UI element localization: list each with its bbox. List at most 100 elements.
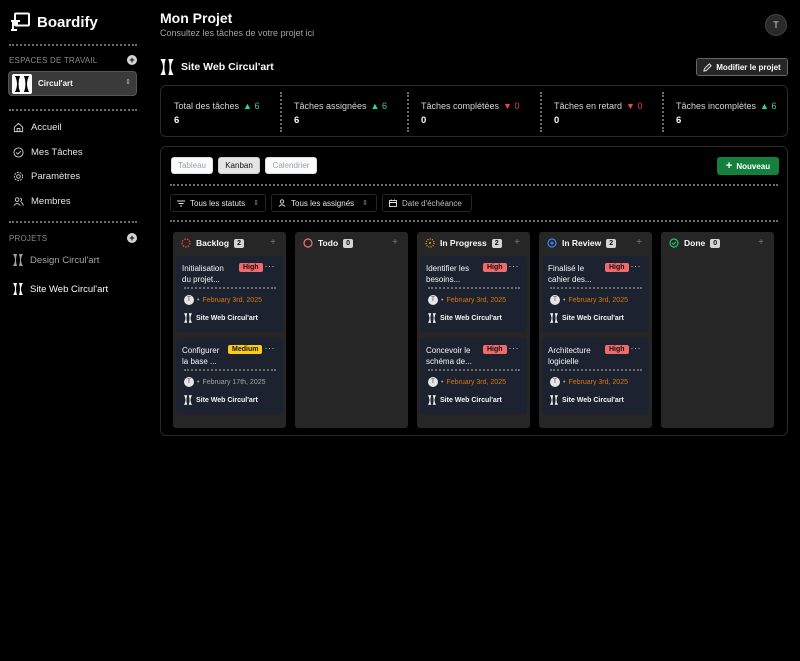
assignee-avatar: T [550,295,560,305]
column-done: Done 0 + [661,232,774,428]
divider [9,109,137,111]
workspace-switcher[interactable]: Circul'art ⇕ [8,71,137,96]
assignee-filter-label: Tous les assignés [291,198,355,208]
chevron-updown-icon: ⇕ [253,200,259,207]
assignee-filter[interactable]: Tous les assignés ⇕ [271,194,377,212]
more-options-icon[interactable]: ··· [631,261,642,271]
user-avatar[interactable]: T [765,14,787,36]
project-logo-icon [184,395,192,405]
chevron-updown-icon: ⇕ [125,79,131,86]
nav-parametres[interactable]: Paramètres [13,171,80,182]
list-filter-icon [177,200,185,206]
column-count: 0 [343,238,354,248]
app-logo[interactable]: Boardify [9,12,98,32]
project-label: Site Web Circul'art [30,283,109,295]
bullet: • [197,378,200,386]
task-title: Identifier les besoins... [426,264,470,284]
divider [662,92,664,132]
project-item-design[interactable]: Design Circul'art [13,254,99,266]
column-count: 2 [234,238,244,248]
add-card-icon[interactable]: + [514,237,520,248]
add-workspace-icon[interactable]: + [127,55,137,65]
priority-badge: High [605,263,629,272]
nav-membres[interactable]: Membres [13,196,71,207]
pencil-icon [703,62,713,72]
task-title: Finalisé le cahier des... [548,264,592,284]
new-task-button[interactable]: + Nouveau [717,157,779,175]
project-logo-icon [184,313,192,323]
stat-label: Tâches en retard [554,101,623,111]
nav-label: Mes Tâches [31,147,83,158]
project-item-site-web[interactable]: Site Web Circul'art [13,283,108,295]
more-options-icon[interactable]: ··· [631,343,642,353]
more-options-icon[interactable]: ··· [265,261,276,271]
column-title: In Progress [440,238,487,248]
stat-value: 6 [174,115,180,126]
task-card[interactable]: Finalisé le cahier des... High ··· T • F… [542,256,649,332]
divider [170,220,778,222]
home-icon [13,122,24,133]
stat-value: 0 [554,115,560,126]
add-card-icon[interactable]: + [392,237,398,248]
task-card[interactable]: Configurer la base ... Medium ··· T • Fe… [176,338,283,414]
more-options-icon[interactable]: ··· [509,261,520,271]
stat-trend: 6 [381,101,387,111]
circle-icon [303,238,313,248]
task-title: Configurer la base ... [182,346,220,366]
divider [550,287,642,289]
stat-label: Tâches incomplètes [676,101,757,111]
column-title: In Review [562,238,602,248]
trend-up-icon: ▲ 6 [370,101,387,111]
app-name: Boardify [37,13,98,31]
task-card[interactable]: Architecture logicielle High ··· T • Feb… [542,338,649,414]
trend-down-icon: ▼ 0 [503,101,520,111]
project-logo-icon [428,313,436,323]
task-card[interactable]: Identifier les besoins... High ··· T • F… [420,256,527,332]
stat-value: 0 [421,115,427,126]
divider [184,369,276,371]
more-options-icon[interactable]: ··· [509,343,520,353]
column-count: 2 [491,238,502,248]
nav-accueil[interactable]: Accueil [13,122,62,133]
column-in-review: In Review 2 + Finalisé le cahier des... … [539,232,652,428]
task-date: T • February 17th, 2025 [184,377,266,387]
workspace-name: Circul'art [38,79,73,88]
workspace-logo-icon [12,73,32,94]
add-card-icon[interactable]: + [636,237,642,248]
stat-value: 6 [294,115,300,126]
task-project-label: Site Web Circul'art [562,314,624,322]
task-title: Initialisation du projet... [182,264,224,284]
divider [170,184,778,186]
column-title: Backlog [196,238,230,248]
due-date: February 3rd, 2025 [202,296,262,304]
task-card[interactable]: Concevoir le schéma de... High ··· T • F… [420,338,527,414]
bullet: • [441,378,444,386]
divider [9,44,137,46]
project-logo-icon [550,313,558,323]
tab-tableau[interactable]: Tableau [171,157,213,174]
more-options-icon[interactable]: ··· [265,343,276,353]
due-date: February 3rd, 2025 [446,378,506,386]
task-project: Site Web Circul'art [428,313,502,323]
gear-icon [13,171,24,182]
task-card[interactable]: Initialisation du projet... High ··· T •… [176,256,283,332]
task-date: T • February 3rd, 2025 [550,295,628,305]
due-date-filter[interactable]: Date d'échéance [382,194,472,212]
add-project-icon[interactable]: + [127,233,137,243]
status-filter[interactable]: Tous les statuts ⇕ [170,194,266,212]
assignee-avatar: T [428,295,438,305]
priority-badge: High [605,345,629,354]
calendar-icon [389,199,397,207]
divider [428,287,520,289]
sidebar: Boardify ESPACES DE TRAVAIL + Circul'art… [0,0,146,661]
edit-project-button[interactable]: Modifier le projet [696,58,788,76]
tab-kanban[interactable]: Kanban [218,157,260,174]
tab-calendrier[interactable]: Calendrier [265,157,317,174]
task-project: Site Web Circul'art [550,313,624,323]
add-card-icon[interactable]: + [270,237,276,248]
add-card-icon[interactable]: + [758,237,764,248]
bullet: • [563,296,566,304]
workspaces-label: ESPACES DE TRAVAIL [9,56,98,65]
nav-mes-taches[interactable]: Mes Tâches [13,147,83,158]
nav-label: Paramètres [31,171,81,182]
